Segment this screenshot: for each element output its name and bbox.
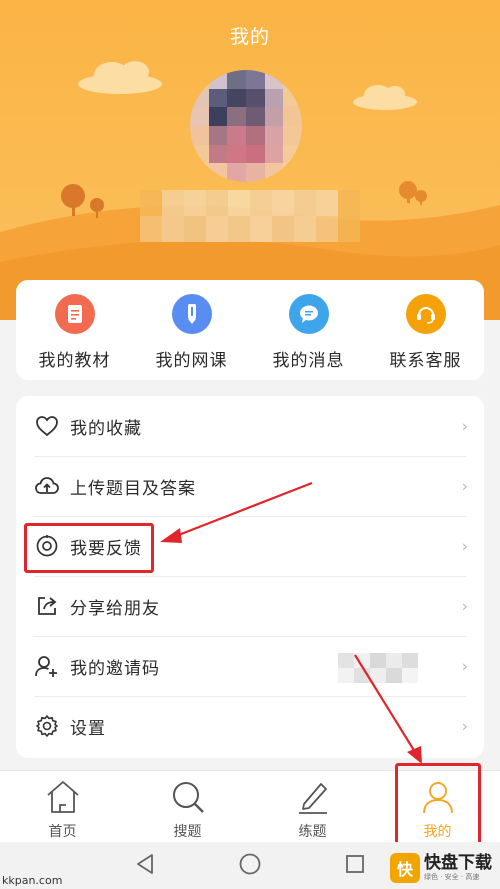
- brand-logo: 快: [390, 853, 420, 883]
- tab-label: 首页: [48, 824, 77, 840]
- chevron-right-icon: ›: [461, 596, 468, 616]
- annotation-highlight-feedback: [24, 523, 154, 573]
- menu-item-label: 分享给朋友: [70, 598, 160, 619]
- message-icon: [288, 294, 329, 334]
- quick-item-customer-service[interactable]: 联系客服: [371, 294, 481, 371]
- menu-item-favorites[interactable]: 我的收藏 ›: [16, 396, 484, 456]
- pencil-icon: [171, 294, 212, 334]
- add-user-icon: [34, 653, 60, 679]
- username-blurred: [140, 190, 360, 242]
- tab-home[interactable]: 首页: [0, 771, 125, 842]
- chevron-right-icon: ›: [461, 656, 468, 676]
- system-navigation-bar: kkpan.com 快 快盘下载 绿色 · 安全 · 高速: [0, 842, 500, 889]
- watermark-brand: 快 快盘下载 绿色 · 安全 · 高速: [390, 853, 492, 883]
- tab-practice[interactable]: 练题: [250, 771, 375, 842]
- home-icon: [43, 777, 83, 817]
- menu-item-label: 上传题目及答案: [70, 478, 196, 499]
- quick-item-label: 我的网课: [155, 351, 228, 371]
- quick-item-label: 联系客服: [389, 351, 462, 371]
- edit-icon: [293, 777, 333, 817]
- headset-icon: [405, 294, 446, 334]
- brand-name: 快盘下载: [424, 853, 492, 873]
- profile-header: 我的: [0, 0, 500, 320]
- chevron-right-icon: ›: [461, 716, 468, 736]
- share-icon: [34, 593, 60, 619]
- invite-code-blurred: [338, 653, 418, 683]
- menu-item-label: 我的邀请码: [70, 658, 160, 679]
- avatar-mosaic: [190, 70, 302, 182]
- tab-label: 搜题: [173, 824, 202, 840]
- home-circle-icon[interactable]: [238, 852, 262, 880]
- recents-icon[interactable]: [344, 853, 366, 879]
- tab-search[interactable]: 搜题: [125, 771, 250, 842]
- menu-item-share[interactable]: 分享给朋友 ›: [16, 576, 484, 636]
- gear-icon: [34, 713, 60, 739]
- quick-item-label: 我的教材: [38, 351, 111, 371]
- quick-item-online-course[interactable]: 我的网课: [137, 294, 247, 371]
- quick-item-messages[interactable]: 我的消息: [254, 294, 364, 371]
- cloud-upload-icon: [34, 473, 60, 499]
- annotation-highlight-mine-tab: [395, 763, 481, 851]
- menu-item-upload-questions[interactable]: 上传题目及答案 ›: [16, 456, 484, 516]
- back-icon[interactable]: [134, 852, 156, 880]
- heart-icon: [34, 413, 60, 439]
- quick-item-label: 我的消息: [272, 351, 345, 371]
- menu-item-settings[interactable]: 设置 ›: [16, 696, 484, 756]
- tab-label: 练题: [298, 824, 327, 840]
- page-title: 我的: [229, 26, 270, 48]
- chevron-right-icon: ›: [461, 536, 468, 556]
- chevron-right-icon: ›: [461, 416, 468, 436]
- menu-item-invite-code[interactable]: 我的邀请码 ›: [16, 636, 484, 696]
- menu-item-label: 设置: [70, 718, 106, 739]
- watermark-site: kkpan.com: [2, 874, 63, 887]
- menu-item-label: 我的收藏: [70, 418, 142, 439]
- avatar[interactable]: [190, 70, 302, 182]
- menu-list: 我的收藏 › 上传题目及答案 › 我要反馈 › 分享给朋友 › 我的邀请码 ›: [16, 396, 484, 758]
- quick-item-textbook[interactable]: 我的教材: [20, 294, 130, 371]
- quick-actions-card: 我的教材 我的网课 我的消息 联系客服: [16, 280, 484, 380]
- book-icon: [54, 294, 95, 334]
- search-icon: [168, 777, 208, 817]
- brand-tagline: 绿色 · 安全 · 高速: [424, 873, 480, 881]
- chevron-right-icon: ›: [461, 476, 468, 496]
